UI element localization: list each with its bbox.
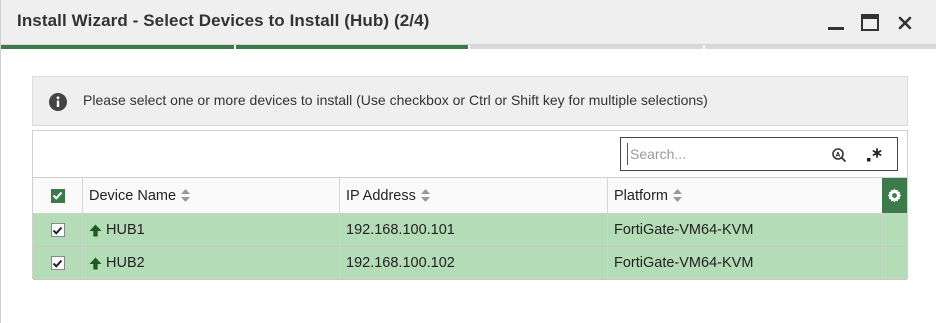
up-arrow-icon xyxy=(89,224,102,236)
column-header-device-name[interactable]: Device Name xyxy=(83,178,340,213)
close-button[interactable] xyxy=(894,12,916,34)
install-wizard-window: Install Wizard - Select Devices to Insta… xyxy=(0,0,936,323)
header-checkbox-cell xyxy=(33,178,83,213)
device-name-cell: HUB1 xyxy=(83,214,340,246)
sort-icon xyxy=(673,189,682,202)
progress-step-1 xyxy=(1,45,234,49)
window-title: Install Wizard - Select Devices to Insta… xyxy=(17,11,430,30)
column-header-label: Device Name xyxy=(89,187,177,204)
search-icon[interactable]: A xyxy=(831,147,847,163)
device-name: HUB2 xyxy=(106,255,145,271)
row-checkbox[interactable] xyxy=(50,223,65,237)
up-arrow-icon xyxy=(89,257,102,269)
column-settings-button[interactable] xyxy=(882,178,907,213)
progress-step-3 xyxy=(470,45,703,49)
minimize-button[interactable] xyxy=(825,12,847,34)
regex-icon[interactable] xyxy=(865,146,883,164)
table-header: Device Name IP Address Platform xyxy=(33,177,907,214)
gear-icon xyxy=(887,188,902,203)
select-all-checkbox[interactable] xyxy=(50,188,65,203)
check-icon xyxy=(52,259,63,268)
row-checkbox-cell xyxy=(33,247,83,279)
progress-step-2 xyxy=(235,45,468,49)
wizard-progress-bar xyxy=(1,45,936,49)
maximize-button[interactable] xyxy=(859,12,881,34)
info-message: Please select one or more devices to ins… xyxy=(83,92,708,108)
search-box: A xyxy=(620,137,898,171)
check-icon xyxy=(52,226,63,235)
minimize-icon xyxy=(828,27,844,30)
column-header-ip-address[interactable]: IP Address xyxy=(340,178,608,213)
platform-cell: FortiGate-VM64-KVM xyxy=(608,214,883,246)
table-row[interactable]: HUB2 192.168.100.102 FortiGate-VM64-KVM xyxy=(33,247,907,280)
device-name-cell: HUB2 xyxy=(83,247,340,279)
info-icon xyxy=(49,93,67,111)
device-table: A Device Name IP Address Platf xyxy=(32,130,908,280)
title-bar: Install Wizard - Select Devices to Insta… xyxy=(1,0,936,45)
check-icon xyxy=(52,191,63,200)
column-header-platform[interactable]: Platform xyxy=(608,178,883,213)
device-name: HUB1 xyxy=(106,222,145,238)
close-icon xyxy=(898,16,912,30)
row-checkbox[interactable] xyxy=(50,256,65,270)
progress-step-4 xyxy=(704,45,936,49)
search-input[interactable] xyxy=(627,143,827,165)
row-checkbox-cell xyxy=(33,214,83,246)
ip-address-cell: 192.168.100.102 xyxy=(340,247,608,279)
column-header-label: Platform xyxy=(614,187,668,204)
platform-cell: FortiGate-VM64-KVM xyxy=(608,247,883,279)
column-header-label: IP Address xyxy=(346,187,416,204)
info-banner: Please select one or more devices to ins… xyxy=(32,76,908,126)
sort-icon xyxy=(181,189,191,202)
svg-text:A: A xyxy=(836,152,841,159)
maximize-icon xyxy=(861,14,879,31)
table-row[interactable]: HUB1 192.168.100.101 FortiGate-VM64-KVM xyxy=(33,214,907,247)
sort-icon xyxy=(420,189,430,202)
ip-address-cell: 192.168.100.101 xyxy=(340,214,608,246)
